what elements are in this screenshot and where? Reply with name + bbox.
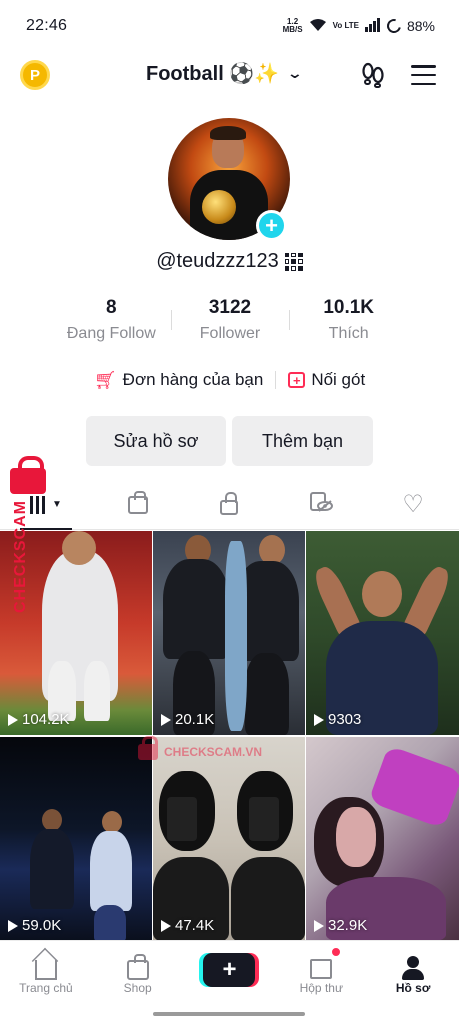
bottom-nav: Trang chủ Shop + Hộp thư Hồ sơ	[0, 940, 459, 1004]
view-count: 104.2K	[8, 711, 70, 728]
wifi-icon	[309, 18, 327, 35]
nav-home[interactable]: Trang chủ	[0, 941, 92, 1004]
footprint-icon[interactable]	[360, 62, 386, 88]
lock-icon	[10, 456, 46, 494]
account-name: Football ⚽✨	[146, 63, 280, 85]
video-thumbnail[interactable]: 20.1K	[153, 531, 305, 735]
inbox-icon	[310, 959, 333, 979]
profile-tabs: ▼ ♡	[0, 480, 459, 530]
gifts-link[interactable]: + Nối gót	[288, 370, 365, 390]
account-switcher[interactable]: Football ⚽✨ ⌄	[146, 61, 304, 86]
play-icon	[161, 919, 171, 932]
add-story-button[interactable]: +	[256, 210, 287, 241]
repost-eye-icon	[309, 491, 334, 518]
menu-icon[interactable]	[411, 65, 436, 85]
lock-icon	[220, 492, 239, 515]
top-nav: P Football ⚽✨ ⌄	[0, 52, 459, 96]
username-row: @teudzzz123	[0, 250, 459, 273]
signal-icon	[364, 17, 381, 35]
stat-label: Thích	[328, 325, 369, 342]
orders-link[interactable]: 🛒︎ Đơn hàng của bạn	[94, 370, 264, 390]
heart-icon: ♡	[402, 490, 424, 518]
tab-shop[interactable]	[92, 480, 184, 529]
gifts-label: Nối gót	[311, 370, 366, 389]
play-icon	[314, 713, 324, 726]
video-thumbnail[interactable]: 47.4K	[153, 737, 305, 941]
view-count: 47.4K	[161, 917, 214, 934]
play-icon	[8, 713, 18, 726]
notification-dot	[331, 947, 342, 957]
create-button[interactable]: +	[203, 953, 256, 987]
home-indicator[interactable]	[153, 1012, 305, 1016]
status-time: 22:46	[26, 17, 68, 34]
view-count: 9303	[314, 711, 361, 728]
tab-reposts[interactable]	[275, 480, 367, 529]
play-icon	[161, 713, 171, 726]
network-speed: 1.2 MB/S	[282, 17, 303, 34]
qr-code-icon[interactable]	[284, 252, 303, 271]
stat-value: 3122	[208, 297, 252, 318]
stat-label: Đang Follow	[66, 325, 156, 342]
home-icon	[34, 960, 57, 980]
video-thumbnail[interactable]: 59.0K	[0, 737, 152, 941]
nav-shop[interactable]: Shop	[92, 941, 184, 1004]
stat-followers[interactable]: 3122 Follower	[170, 296, 290, 348]
status-indicators: 1.2 MB/S Vo LTE 88%	[282, 16, 435, 36]
shopping-bag-icon	[127, 490, 148, 514]
stat-value: 8	[106, 297, 117, 318]
orders-label: Đơn hàng của bạn	[122, 370, 264, 389]
profile-links: 🛒︎ Đơn hàng của bạn + Nối gót	[0, 370, 459, 390]
plus-box-icon: +	[288, 372, 306, 388]
video-thumbnail[interactable]: 9303	[306, 531, 459, 735]
view-count: 32.9K	[314, 917, 367, 934]
stat-label: Follower	[199, 325, 261, 342]
profile-stats: 8 Đang Follow 3122 Follower 10.1K Thích	[52, 296, 408, 348]
cart-icon: 🛒︎	[93, 370, 117, 390]
battery-level: 88%	[406, 18, 435, 34]
username: @teudzzz123	[156, 250, 279, 272]
tab-liked[interactable]: ♡	[367, 480, 459, 529]
play-icon	[314, 919, 324, 932]
stat-value: 10.1K	[323, 297, 375, 318]
nav-inbox[interactable]: Hộp thư	[275, 941, 367, 1004]
battery-icon	[384, 16, 404, 36]
stat-likes[interactable]: 10.1K Thích	[289, 296, 408, 348]
chevron-down-icon: ⌄	[286, 65, 304, 81]
stat-following[interactable]: 8 Đang Follow	[52, 296, 171, 348]
video-grid: 104.2K 20.1K 9303 59.0K 47.4K 32.9K	[0, 531, 459, 941]
lock-icon	[138, 736, 158, 760]
nav-profile[interactable]: Hồ sơ	[367, 941, 459, 1004]
tab-private[interactable]	[184, 480, 276, 529]
profile-icon	[402, 956, 425, 980]
watermark: CHECKSCAM	[4, 456, 54, 613]
play-icon	[8, 919, 18, 932]
nav-create[interactable]: +	[184, 941, 276, 1004]
shopping-bag-icon	[126, 954, 149, 980]
status-bar: 22:46 1.2 MB/S Vo LTE 88%	[0, 0, 459, 52]
coin-icon[interactable]: P	[20, 60, 50, 90]
links-divider	[275, 371, 277, 389]
video-thumbnail[interactable]: 32.9K	[306, 737, 459, 941]
view-count: 20.1K	[161, 711, 214, 728]
add-friends-button[interactable]: Thêm bạn	[232, 416, 373, 466]
volte-indicator: Vo LTE	[332, 21, 359, 30]
view-count: 59.0K	[8, 917, 61, 934]
edit-profile-button[interactable]: Sửa hồ sơ	[86, 416, 226, 466]
watermark: CHECKSCAM.VN	[138, 736, 262, 760]
